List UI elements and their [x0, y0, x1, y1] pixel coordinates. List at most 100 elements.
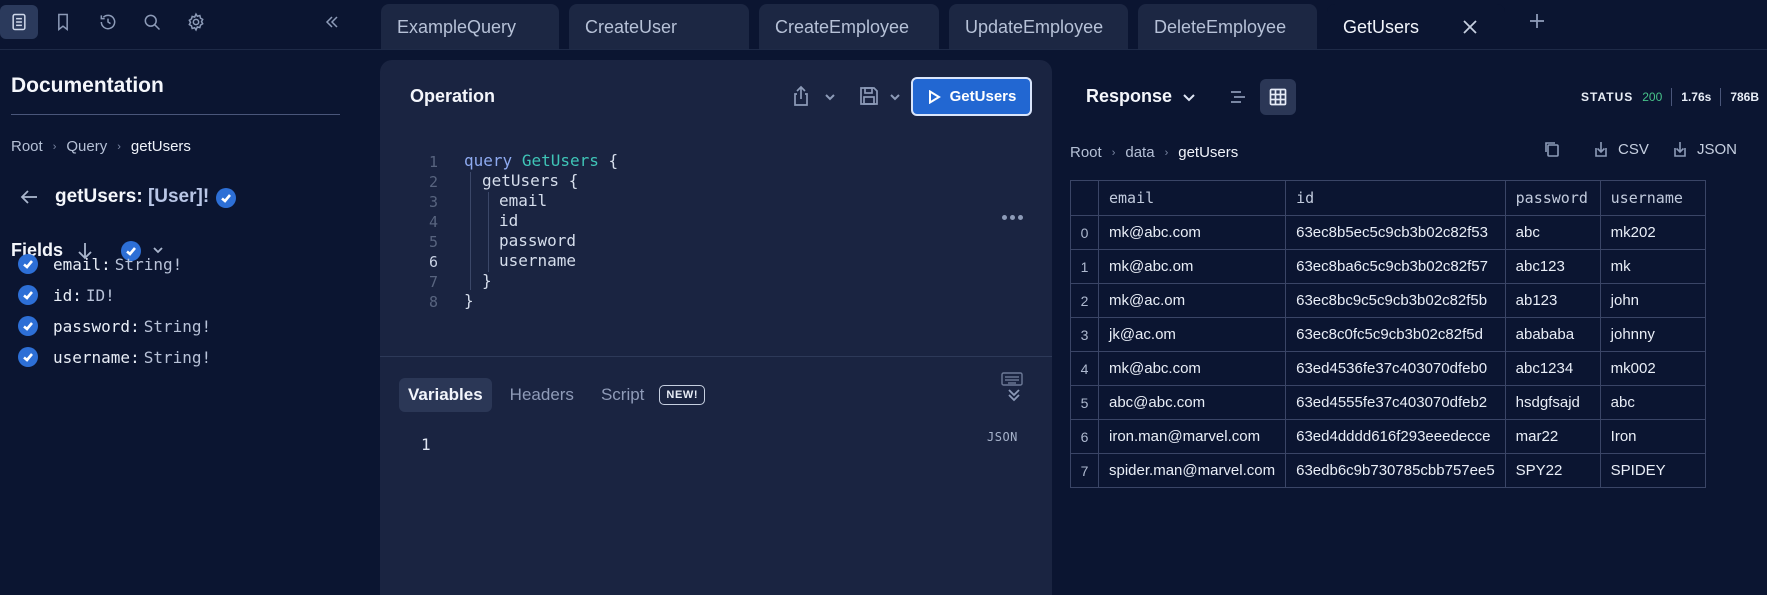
cell-username[interactable]: SPIDEY	[1599, 453, 1706, 488]
field-type[interactable]: String!	[144, 348, 211, 367]
cell-password[interactable]: ab123	[1504, 283, 1601, 318]
tab-example-query[interactable]: ExampleQuery	[381, 4, 559, 50]
add-tab-button[interactable]	[1522, 6, 1552, 36]
cell-email[interactable]: mk@ac.om	[1097, 283, 1287, 318]
save-menu-button[interactable]	[889, 90, 901, 102]
cell-id[interactable]: 63ed4536fe37c403070dfeb0	[1285, 351, 1506, 386]
search-button[interactable]	[133, 5, 171, 39]
tab-label: CreateUser	[585, 16, 678, 37]
cell-password[interactable]: mar22	[1504, 419, 1601, 454]
cell-id[interactable]: 63ec8b5ec5c9cb3b02c82f53	[1285, 215, 1506, 250]
cell-username[interactable]: mk002	[1599, 351, 1706, 386]
cell-email[interactable]: iron.man@marvel.com	[1097, 419, 1287, 454]
code-line: getUsers {	[482, 171, 578, 190]
back-button[interactable]	[18, 186, 40, 208]
cell-email[interactable]: jk@ac.om	[1097, 317, 1287, 352]
cell-id[interactable]: 63edb6c9b730785cbb757ee5	[1285, 453, 1506, 488]
breadcrumb-root[interactable]: Root	[1070, 144, 1102, 161]
chevron-down-icon	[825, 94, 835, 101]
tab-get-users[interactable]: GetUsers	[1327, 4, 1505, 50]
cell-id[interactable]: 63ed4555fe37c403070dfeb2	[1285, 385, 1506, 420]
cell-id[interactable]: 63ec8ba6c5c9cb3b02c82f57	[1285, 249, 1506, 284]
column-header[interactable]: id	[1285, 180, 1506, 216]
field-checkbox[interactable]	[18, 316, 38, 336]
history-icon	[100, 14, 116, 30]
cell-email[interactable]: mk@abc.com	[1097, 215, 1287, 250]
download-csv-button[interactable]: CSV	[1592, 140, 1649, 158]
share-menu-button[interactable]	[824, 90, 836, 102]
tab-headers[interactable]: Headers	[501, 378, 583, 412]
save-button[interactable]	[857, 84, 881, 108]
collapse-variables-button[interactable]	[1005, 386, 1023, 404]
save-icon	[860, 87, 878, 105]
download-json-button[interactable]: JSON	[1671, 140, 1737, 158]
tab-delete-employee[interactable]: DeleteEmployee	[1138, 4, 1317, 50]
cell-id[interactable]: 63ec8bc9c5c9cb3b02c82f5b	[1285, 283, 1506, 318]
cell-username[interactable]: johnny	[1599, 317, 1706, 352]
field-type[interactable]: String!	[144, 317, 211, 336]
response-view-select[interactable]: Response	[1086, 86, 1196, 107]
field-row-email[interactable]: email: String!	[18, 253, 182, 275]
history-button[interactable]	[89, 5, 127, 39]
field-checkbox[interactable]	[18, 347, 38, 367]
variables-editor-line[interactable]: 1	[421, 435, 431, 454]
cell-email[interactable]: abc@abc.com	[1097, 385, 1287, 420]
cell-password[interactable]: abababa	[1504, 317, 1601, 352]
tab-create-employee[interactable]: CreateEmployee	[759, 4, 939, 50]
cell-email[interactable]: mk@abc.com	[1097, 351, 1287, 386]
code-line: id	[499, 211, 519, 230]
share-button[interactable]	[789, 84, 813, 108]
breadcrumb-data[interactable]: data	[1125, 144, 1154, 161]
cell-email[interactable]: spider.man@marvel.com	[1097, 453, 1287, 488]
tab-update-employee[interactable]: UpdateEmployee	[949, 4, 1128, 50]
tab-label: GetUsers	[1343, 16, 1420, 37]
collapse-sidebar-button[interactable]	[313, 5, 351, 39]
tab-variables[interactable]: Variables	[399, 378, 492, 412]
query-editor[interactable]: 1 2 3 4 5 6 7 8 query GetUsers { getUser…	[380, 138, 1052, 338]
close-tab-button[interactable]	[1461, 18, 1479, 36]
field-type[interactable]: String!	[115, 255, 182, 274]
field-checkbox[interactable]	[18, 285, 38, 305]
breadcrumb-query[interactable]: Query	[66, 138, 107, 155]
tab-label: DeleteEmployee	[1154, 16, 1287, 37]
run-query-button[interactable]: GetUsers	[911, 77, 1032, 116]
cell-password[interactable]: abc1234	[1504, 351, 1601, 386]
table-header-index	[1070, 180, 1099, 216]
query-type-link[interactable]: [User]!	[148, 186, 209, 207]
table-view-button[interactable]	[1260, 79, 1296, 115]
field-row-id[interactable]: id: ID!	[18, 284, 115, 306]
bookmark-icon	[58, 13, 68, 32]
cell-password[interactable]: abc123	[1504, 249, 1601, 284]
list-view-button[interactable]	[1220, 79, 1256, 115]
cell-username[interactable]: abc	[1599, 385, 1706, 420]
cell-id[interactable]: 63ec8c0fc5c9cb3b02c82f5d	[1285, 317, 1506, 352]
cell-username[interactable]: mk202	[1599, 215, 1706, 250]
cell-password[interactable]: abc	[1504, 215, 1601, 250]
column-header[interactable]: username	[1599, 180, 1706, 216]
field-row-password[interactable]: password: String!	[18, 315, 211, 337]
copy-button[interactable]	[1543, 140, 1561, 158]
field-row-username[interactable]: username: String!	[18, 346, 211, 368]
breadcrumb-root[interactable]: Root	[11, 138, 43, 155]
column-header[interactable]: email	[1097, 180, 1287, 216]
docs-button[interactable]	[0, 5, 38, 39]
cell-id[interactable]: 63ed4dddd616f293eeedecce	[1285, 419, 1506, 454]
cell-password[interactable]: hsdgfsajd	[1504, 385, 1601, 420]
more-options-button[interactable]	[1002, 207, 1026, 220]
indent-guide	[488, 192, 489, 272]
keyboard-shortcuts-button[interactable]	[1001, 372, 1023, 386]
cell-username[interactable]: Iron	[1599, 419, 1706, 454]
query-selected-checkbox[interactable]	[216, 188, 236, 208]
table-row: 5 abc@abc.com 63ed4555fe37c403070dfeb2 h…	[1070, 385, 1706, 420]
tab-script[interactable]: Script	[592, 378, 653, 412]
cell-email[interactable]: mk@abc.om	[1097, 249, 1287, 284]
field-checkbox[interactable]	[18, 254, 38, 274]
cell-username[interactable]: john	[1599, 283, 1706, 318]
tab-create-user[interactable]: CreateUser	[569, 4, 749, 50]
collections-button[interactable]	[44, 5, 82, 39]
field-type[interactable]: ID!	[86, 286, 115, 305]
column-header[interactable]: password	[1504, 180, 1601, 216]
cell-password[interactable]: SPY22	[1504, 453, 1601, 488]
settings-button[interactable]	[177, 5, 215, 39]
cell-username[interactable]: mk	[1599, 249, 1706, 284]
